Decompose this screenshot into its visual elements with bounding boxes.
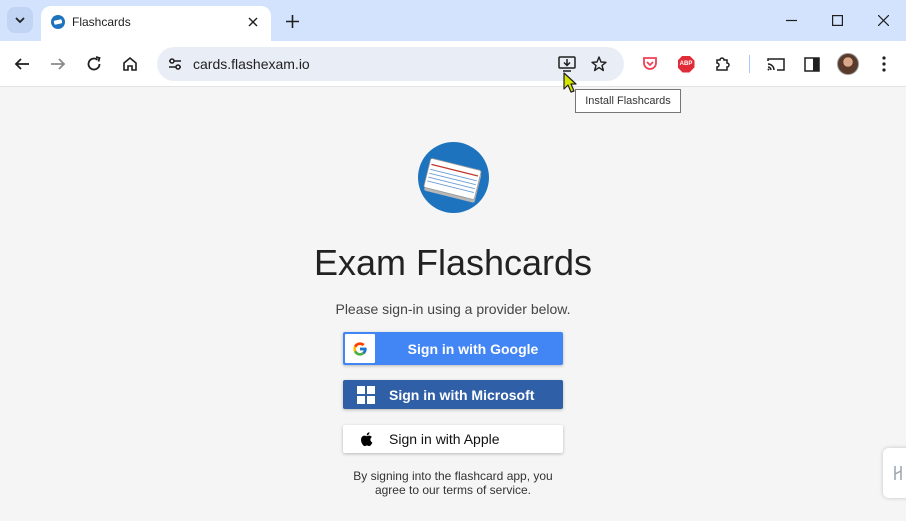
google-signin-label: Sign in with Google bbox=[407, 341, 539, 357]
home-button[interactable] bbox=[117, 51, 143, 77]
profile-button[interactable] bbox=[835, 51, 861, 77]
signin-instructions: Please sign-in using a provider below. bbox=[335, 301, 571, 317]
tab-close-button[interactable] bbox=[243, 12, 263, 32]
close-window-button[interactable] bbox=[870, 7, 896, 33]
microsoft-signin-label: Sign in with Microsoft bbox=[389, 387, 535, 403]
minimize-button[interactable] bbox=[778, 7, 804, 33]
chevron-down-icon bbox=[15, 17, 25, 24]
cast-icon bbox=[767, 57, 785, 71]
tune-icon bbox=[169, 58, 181, 70]
browser-toolbar: cards.flashexam.io ABP bbox=[0, 41, 906, 87]
flashcards-logo bbox=[418, 142, 489, 213]
install-tooltip: Install Flashcards bbox=[575, 89, 681, 113]
pocket-icon bbox=[643, 57, 657, 70]
minimize-icon bbox=[785, 19, 797, 21]
star-icon bbox=[591, 56, 607, 72]
microsoft-signin-button[interactable]: Sign in with Microsoft bbox=[343, 380, 563, 409]
home-icon bbox=[123, 56, 137, 71]
close-icon bbox=[877, 14, 889, 26]
google-icon bbox=[353, 341, 367, 356]
widget-icon bbox=[894, 466, 902, 480]
reload-icon bbox=[87, 56, 101, 71]
adblock-extension-button[interactable]: ABP bbox=[673, 51, 699, 77]
terms-line-2: agree to our terms of service. bbox=[374, 483, 532, 497]
more-vertical-icon bbox=[882, 56, 886, 72]
index-card-icon bbox=[423, 158, 482, 203]
new-tab-button[interactable] bbox=[281, 10, 303, 32]
pocket-extension-button[interactable] bbox=[637, 51, 663, 77]
back-button[interactable] bbox=[9, 51, 35, 77]
apple-signin-label: Sign in with Apple bbox=[389, 431, 500, 447]
abp-icon: ABP bbox=[677, 55, 695, 73]
flashcards-favicon-icon bbox=[51, 15, 65, 29]
terms-notice: By signing into the flashcard app, you a… bbox=[0, 469, 906, 497]
terms-line-1: By signing into the flashcard app, you bbox=[353, 469, 553, 483]
maximize-button[interactable] bbox=[824, 7, 850, 33]
reload-button[interactable] bbox=[81, 51, 107, 77]
side-widget-tab[interactable] bbox=[883, 448, 906, 498]
cast-button[interactable] bbox=[763, 51, 789, 77]
microsoft-icon bbox=[357, 386, 375, 404]
side-panel-icon bbox=[804, 56, 820, 72]
tab-search-button[interactable] bbox=[7, 7, 33, 33]
apple-icon bbox=[361, 432, 373, 447]
browser-tab[interactable]: Flashcards bbox=[41, 6, 271, 41]
menu-button[interactable] bbox=[871, 51, 897, 77]
forward-button[interactable] bbox=[45, 51, 71, 77]
google-signin-button[interactable]: Sign in with Google bbox=[343, 332, 563, 365]
tab-strip: Flashcards bbox=[0, 0, 906, 41]
arrow-right-icon bbox=[51, 58, 66, 70]
arrow-left-icon bbox=[14, 58, 29, 70]
url-text[interactable]: cards.flashexam.io bbox=[193, 56, 310, 72]
maximize-icon bbox=[831, 14, 843, 26]
toolbar-divider bbox=[749, 55, 750, 73]
page-title: Exam Flashcards bbox=[313, 242, 593, 283]
bookmark-button[interactable] bbox=[587, 52, 611, 76]
install-icon bbox=[558, 56, 576, 72]
puzzle-icon bbox=[715, 56, 730, 71]
avatar bbox=[837, 53, 859, 75]
close-icon bbox=[248, 17, 258, 27]
extensions-button[interactable] bbox=[709, 51, 735, 77]
apple-signin-button[interactable]: Sign in with Apple bbox=[343, 425, 563, 453]
google-logo-box bbox=[345, 334, 375, 363]
plus-icon bbox=[285, 14, 299, 28]
address-bar[interactable]: cards.flashexam.io bbox=[157, 47, 624, 81]
site-info-button[interactable] bbox=[163, 52, 187, 76]
side-panel-button[interactable] bbox=[799, 51, 825, 77]
tab-title: Flashcards bbox=[72, 15, 131, 29]
